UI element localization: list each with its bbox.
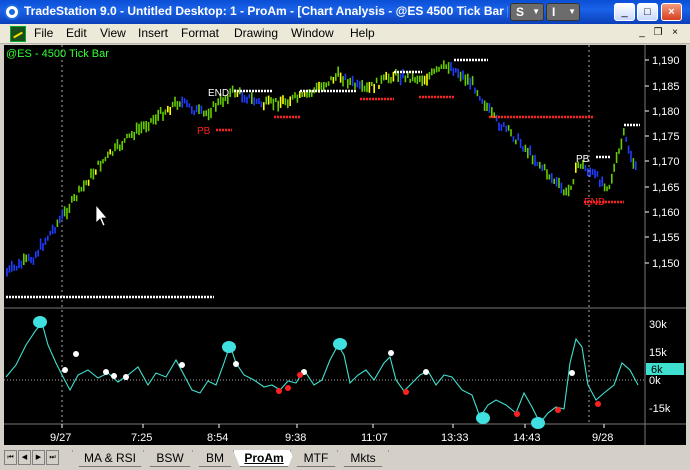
pivot-marker <box>531 417 545 429</box>
menu-drawing[interactable]: Drawing <box>234 26 278 41</box>
menu-window[interactable]: Window <box>291 26 334 41</box>
mdi-restore-button[interactable]: ❐ <box>651 27 665 40</box>
tab-label: Mkts <box>350 451 376 465</box>
first-tab-button[interactable]: ⏮ <box>4 450 17 465</box>
tab-bm[interactable]: BM <box>192 450 238 467</box>
price-tick: 1,175 <box>652 131 680 143</box>
sell-dot <box>555 407 561 413</box>
indicator-tick: 30k <box>649 319 667 331</box>
price-tick: 1,160 <box>652 207 680 219</box>
price-tick: 1,190 <box>652 55 680 67</box>
pivot-marker <box>333 338 347 350</box>
symbol-label: @ES - 4500 Tick Bar <box>6 48 109 60</box>
time-tick: 14:43 <box>513 432 541 444</box>
menu-bar: File Edit View Insert Format Drawing Win… <box>0 24 690 44</box>
sell-dot <box>595 401 601 407</box>
next-tab-button[interactable]: ▶ <box>32 450 45 465</box>
tradestation-logo-icon <box>4 4 20 20</box>
pivot-marker <box>222 341 236 353</box>
menu-file[interactable]: File <box>34 26 53 41</box>
tab-bsw[interactable]: BSW <box>143 450 197 467</box>
i-toolbar-label: I <box>552 5 556 19</box>
title-bar[interactable]: TradeStation 9.0 - Untitled Desktop: 1 -… <box>0 0 690 24</box>
buy-dot <box>62 367 68 373</box>
buy-dot <box>388 350 394 356</box>
time-tick: 9:38 <box>285 432 306 444</box>
pivot-marker <box>476 412 490 424</box>
indicator-current-value: 6k <box>651 364 663 376</box>
price-tick: 1,155 <box>652 232 680 244</box>
sheet-tab-bar: ⏮ ◀ ▶ ⏭ MA & RSI BSW BM ProAm MTF Mkts <box>0 447 690 470</box>
chart-analysis-area[interactable]: @ES - 4500 Tick Bar END PB PB END 1,190 1… <box>4 45 686 445</box>
annotation-end: END <box>208 88 229 99</box>
annotation-pb: PB <box>576 154 590 165</box>
buy-dot <box>569 370 575 376</box>
buy-dot <box>423 369 429 375</box>
menu-edit[interactable]: Edit <box>66 26 87 41</box>
pivot-marker <box>33 316 47 328</box>
tab-label: BSW <box>156 451 184 465</box>
menu-help[interactable]: Help <box>350 26 375 41</box>
s-toolbar-label: S <box>516 5 525 19</box>
annotation-pb: PB <box>197 126 211 137</box>
close-button[interactable]: × <box>661 3 682 21</box>
maximize-button[interactable]: □ <box>637 3 658 21</box>
tab-mkts[interactable]: Mkts <box>337 450 389 467</box>
tab-ma-rsi[interactable]: MA & RSI <box>72 450 148 467</box>
menu-insert[interactable]: Insert <box>138 26 168 41</box>
price-tick: 1,185 <box>652 81 680 93</box>
indicator-tick: -15k <box>649 403 671 415</box>
indicator-tick: 15k <box>649 347 667 359</box>
time-tick: 9/27 <box>50 432 71 444</box>
buy-dot <box>103 369 109 375</box>
tab-label: BM <box>206 451 224 465</box>
mdi-minimize-button[interactable]: _ <box>635 27 649 40</box>
sell-dot <box>514 411 520 417</box>
price-tick: 1,165 <box>652 182 680 194</box>
time-tick: 8:54 <box>207 432 228 444</box>
time-tick: 11:07 <box>361 432 388 444</box>
i-toolbar-button[interactable]: I ▼ <box>546 3 580 21</box>
tab-label: ProAm <box>244 451 284 465</box>
s-toolbar-button[interactable]: S ▼ <box>510 3 544 21</box>
sell-dot <box>276 388 282 394</box>
price-tick: 1,180 <box>652 106 680 118</box>
buy-dot <box>123 374 129 380</box>
tab-label: MA & RSI <box>83 451 136 465</box>
tab-proam[interactable]: ProAm <box>233 450 295 467</box>
sell-dot <box>403 389 409 395</box>
chevron-down-icon: ▼ <box>568 7 576 16</box>
sell-dot <box>285 385 291 391</box>
buy-dot <box>179 362 185 368</box>
application-window: TradeStation 9.0 - Untitled Desktop: 1 -… <box>0 0 690 470</box>
buy-dot <box>111 373 117 379</box>
time-tick: 13:33 <box>441 432 469 444</box>
buy-dot <box>233 361 239 367</box>
chart-window-icon[interactable] <box>10 26 26 42</box>
time-tick: 9/28 <box>592 432 613 444</box>
sell-dot <box>297 372 303 378</box>
tab-label: MTF <box>303 451 329 465</box>
annotation-end: END <box>584 197 605 208</box>
menu-format[interactable]: Format <box>181 26 219 41</box>
last-tab-button[interactable]: ⏭ <box>46 450 59 465</box>
minimize-button[interactable]: _ <box>614 3 635 21</box>
indicator-tick: 0k <box>649 375 661 387</box>
mdi-close-button[interactable]: × <box>668 27 682 40</box>
window-title: TradeStation 9.0 - Untitled Desktop: 1 -… <box>24 4 508 18</box>
buy-dot <box>73 351 79 357</box>
menu-view[interactable]: View <box>100 26 126 41</box>
price-tick: 1,170 <box>652 156 680 168</box>
tab-mtf[interactable]: MTF <box>290 450 342 467</box>
price-tick: 1,150 <box>652 258 680 270</box>
time-tick: 7:25 <box>131 432 152 444</box>
prev-tab-button[interactable]: ◀ <box>18 450 31 465</box>
chevron-down-icon: ▼ <box>532 7 540 16</box>
